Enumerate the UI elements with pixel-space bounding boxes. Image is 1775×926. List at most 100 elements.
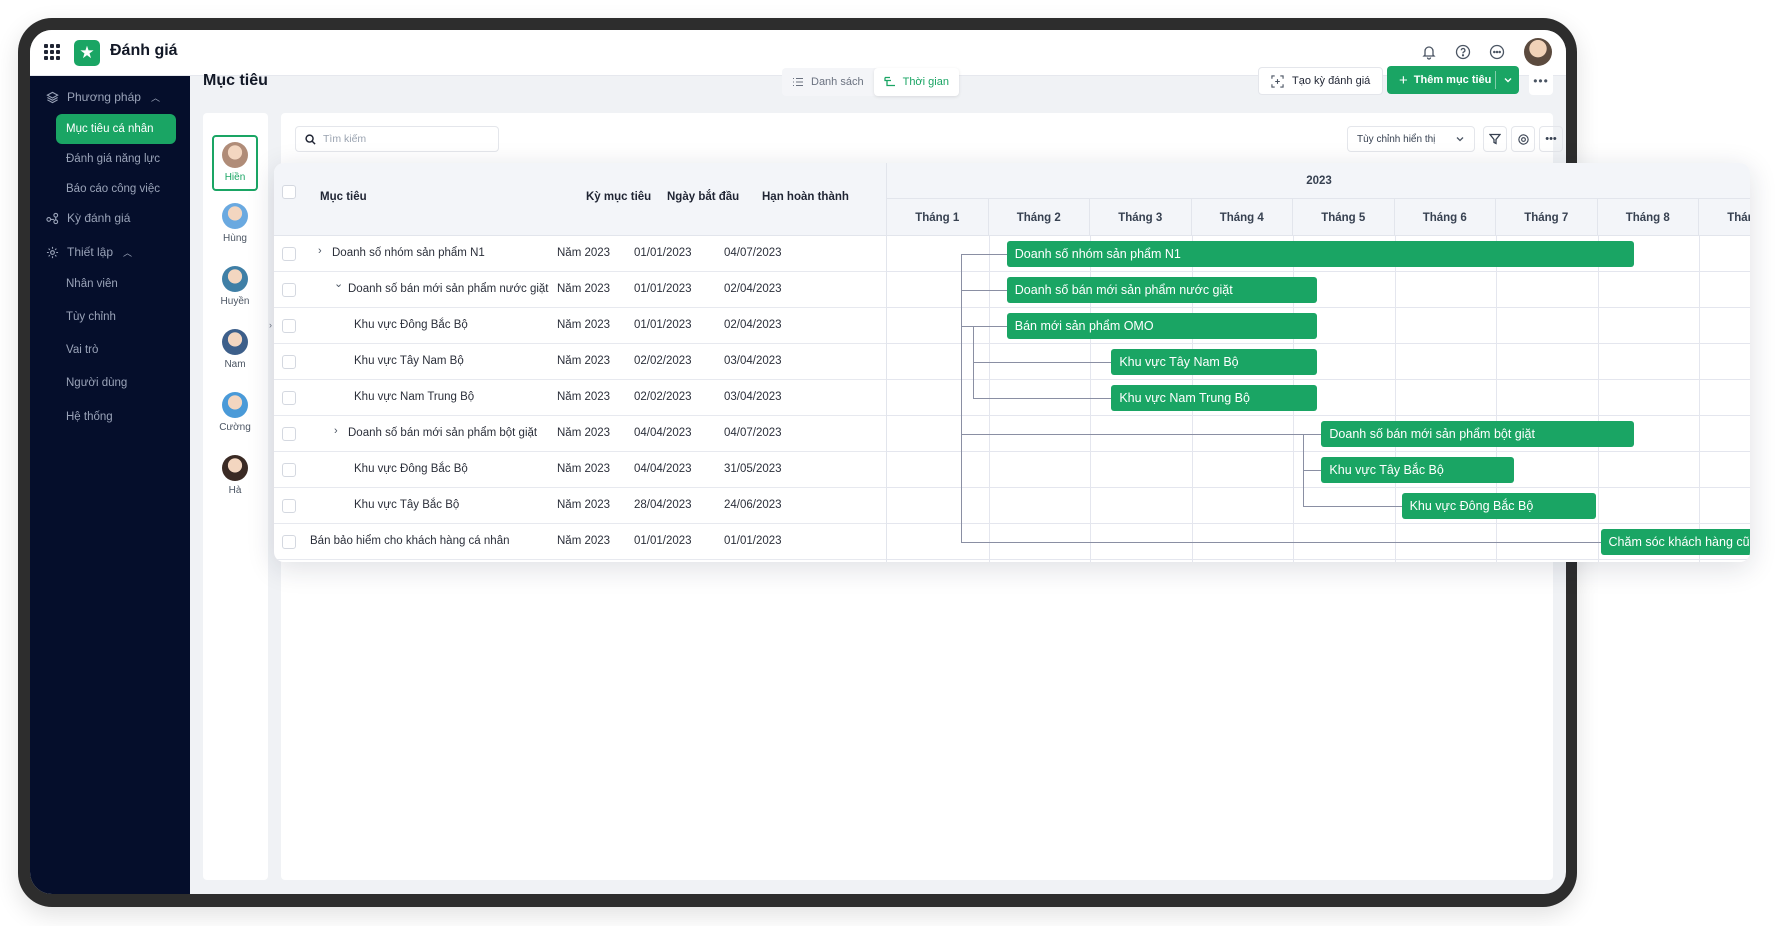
person-avatar <box>222 142 248 168</box>
sidebar-item-users[interactable]: Người dùng <box>56 368 176 398</box>
column-header-period[interactable]: Kỳ mục tiêu <box>586 191 651 203</box>
goal-start-date: 01/01/2023 <box>634 283 692 295</box>
button-label: Thêm mục tiêu <box>1413 74 1492 86</box>
collapse-panel-icon[interactable]: › <box>269 320 272 330</box>
gantt-bar[interactable]: Khu vực Đông Bắc Bộ <box>1401 493 1597 519</box>
chat-icon[interactable] <box>1486 41 1508 63</box>
table-row[interactable]: Khu vực Đông Bắc Bộ Năm 2023 01/01/2023 02/… <box>274 308 886 344</box>
view-tabs: Danh sách Thời gian <box>782 68 959 96</box>
person-item[interactable]: Hiền <box>212 135 258 191</box>
person-item[interactable]: Hà <box>212 450 258 504</box>
table-row[interactable]: Khu vực Tây Nam Bộ Năm 2023 02/02/2023 03/0… <box>274 344 886 380</box>
table-row[interactable]: › Doanh số nhóm sản phẩm N1 Năm 2023 01/01/… <box>274 236 886 272</box>
list-icon <box>793 77 803 87</box>
gantt-bar[interactable]: Khu vực Nam Trung Bộ <box>1111 385 1318 411</box>
settings-button[interactable] <box>1511 126 1535 152</box>
bell-icon[interactable] <box>1418 41 1440 63</box>
search-input[interactable] <box>323 133 483 145</box>
gantt-dependency-line <box>961 254 1007 255</box>
chevron-right-icon[interactable]: › <box>318 245 322 257</box>
row-checkbox[interactable] <box>282 319 296 333</box>
person-item[interactable]: Huyền <box>212 261 258 315</box>
person-item[interactable]: Nam <box>212 324 258 378</box>
gantt-bar[interactable]: Khu vực Tây Nam Bộ <box>1111 349 1318 375</box>
add-goal-dropdown[interactable] <box>1495 71 1519 89</box>
more-button[interactable]: ••• <box>1539 126 1563 152</box>
sidebar-item-customize[interactable]: Tùy chỉnh <box>56 302 176 332</box>
column-header-due-date[interactable]: Hạn hoàn thành <box>762 191 849 203</box>
tab-list[interactable]: Danh sách <box>782 68 874 96</box>
goal-due-date: 03/04/2023 <box>724 391 782 403</box>
help-icon[interactable] <box>1452 41 1474 63</box>
table-row[interactable]: Khu vực Nam Trung Bộ Năm 2023 02/02/2023 03… <box>274 380 886 416</box>
add-frame-icon <box>1271 74 1284 88</box>
row-checkbox[interactable] <box>282 427 296 441</box>
sidebar-group-review-periods[interactable]: Kỳ đánh giá <box>46 211 130 225</box>
gantt-dependency-line <box>961 254 962 542</box>
gantt-bar[interactable]: Bán mới sản phẩm OMO <box>1006 313 1318 339</box>
sidebar-item-competency[interactable]: Đánh giá năng lực <box>56 144 176 174</box>
gantt-row-line <box>887 343 1750 344</box>
apps-grid-icon[interactable] <box>44 44 60 60</box>
gantt-bar[interactable]: Chăm sóc khách hàng cũ <box>1600 529 1750 555</box>
sidebar-group-methods[interactable]: Phương pháp ︿ <box>46 90 160 104</box>
sidebar-item-system[interactable]: Hệ thống <box>56 402 176 432</box>
row-checkbox[interactable] <box>282 463 296 477</box>
person-item[interactable]: Cường <box>212 387 258 441</box>
sidebar-group-settings[interactable]: Thiết lập ︿ <box>46 245 132 259</box>
person-avatar <box>222 203 248 229</box>
row-checkbox[interactable] <box>282 391 296 405</box>
row-checkbox[interactable] <box>282 283 296 297</box>
row-checkbox[interactable] <box>282 247 296 261</box>
gantt-row-line <box>887 487 1750 488</box>
gantt-dependency-line <box>973 362 1112 363</box>
tab-timeline[interactable]: Thời gian <box>873 68 959 96</box>
table-row[interactable]: › Doanh số bán mới sản phẩm bột giặt Năm 2… <box>274 416 886 452</box>
column-header-start-date[interactable]: Ngày bắt đầu <box>667 191 739 203</box>
sidebar-item-roles[interactable]: Vai trò <box>56 335 176 365</box>
gantt-chart: 2023 Tháng 1 Tháng 2 Tháng 3 Tháng 4 Tháng 5… <box>886 163 1750 562</box>
chevron-right-icon[interactable]: › <box>334 425 338 437</box>
table-row[interactable]: Khu vực Tây Bắc Bộ Năm 2023 28/04/2023 24/0… <box>274 488 886 524</box>
chevron-up-icon: ︿ <box>150 92 160 103</box>
person-avatar <box>222 266 248 292</box>
gantt-month-header: Tháng 3 <box>1090 199 1192 236</box>
select-value: Tùy chỉnh hiển thị <box>1357 133 1436 145</box>
person-item[interactable]: Hùng <box>212 198 258 252</box>
user-avatar[interactable] <box>1524 38 1552 66</box>
row-checkbox[interactable] <box>282 499 296 513</box>
select-all-checkbox[interactable] <box>282 185 296 199</box>
sidebar-item-work-report[interactable]: Báo cáo công việc <box>56 174 176 204</box>
gantt-bar[interactable]: Doanh số nhóm sản phẩm N1 <box>1006 241 1635 267</box>
gantt-bar[interactable]: Doanh số bán mới sản phẩm bột giặt <box>1321 421 1635 447</box>
person-name: Hà <box>228 485 242 496</box>
button-label: Tạo kỳ đánh giá <box>1292 75 1371 87</box>
gantt-bar[interactable]: Khu vực Tây Bắc Bộ <box>1321 457 1515 483</box>
gantt-gridline <box>988 236 990 562</box>
goal-period: Năm 2023 <box>557 463 611 475</box>
goal-due-date: 04/07/2023 <box>724 427 782 439</box>
more-options-button[interactable]: ••• <box>1529 67 1553 95</box>
gantt-bar[interactable]: Doanh số bán mới sản phẩm nước giặt <box>1006 277 1318 303</box>
filter-button[interactable] <box>1483 126 1507 152</box>
chevron-down-icon[interactable]: ⌄ <box>334 277 343 290</box>
sidebar-item-personal-goals[interactable]: Mục tiêu cá nhân <box>56 114 176 144</box>
row-checkbox[interactable] <box>282 535 296 549</box>
gantt-month-header: Tháng 4 <box>1192 199 1293 236</box>
person-name: Hùng <box>223 233 247 244</box>
sidebar-item-employees[interactable]: Nhân viên <box>56 269 176 299</box>
gantt-row-line <box>887 451 1750 452</box>
app-logo-icon: ★ <box>74 40 100 66</box>
table-row[interactable]: ⌄ Doanh số bán mới sản phẩm nước giặt Năm … <box>274 272 886 308</box>
goal-name: Bán bảo hiểm cho khách hàng cá nhân <box>310 535 510 547</box>
table-row[interactable]: Bán bảo hiểm cho khách hàng cá nhân Năm 2… <box>274 524 886 560</box>
create-review-period-button[interactable]: Tạo kỳ đánh giá <box>1258 67 1384 95</box>
gantt-row-line <box>887 559 1750 560</box>
table-row[interactable]: Khu vực Đông Bắc Bộ Năm 2023 04/04/2023 31/… <box>274 452 886 488</box>
column-header-goal[interactable]: Mục tiêu <box>320 191 367 203</box>
goal-period: Năm 2023 <box>557 535 611 547</box>
add-goal-button[interactable]: + Thêm mục tiêu <box>1387 66 1519 94</box>
row-checkbox[interactable] <box>282 355 296 369</box>
sidebar-group-label: Thiết lập <box>67 245 114 259</box>
display-options-select[interactable]: Tùy chỉnh hiển thị <box>1347 126 1475 152</box>
